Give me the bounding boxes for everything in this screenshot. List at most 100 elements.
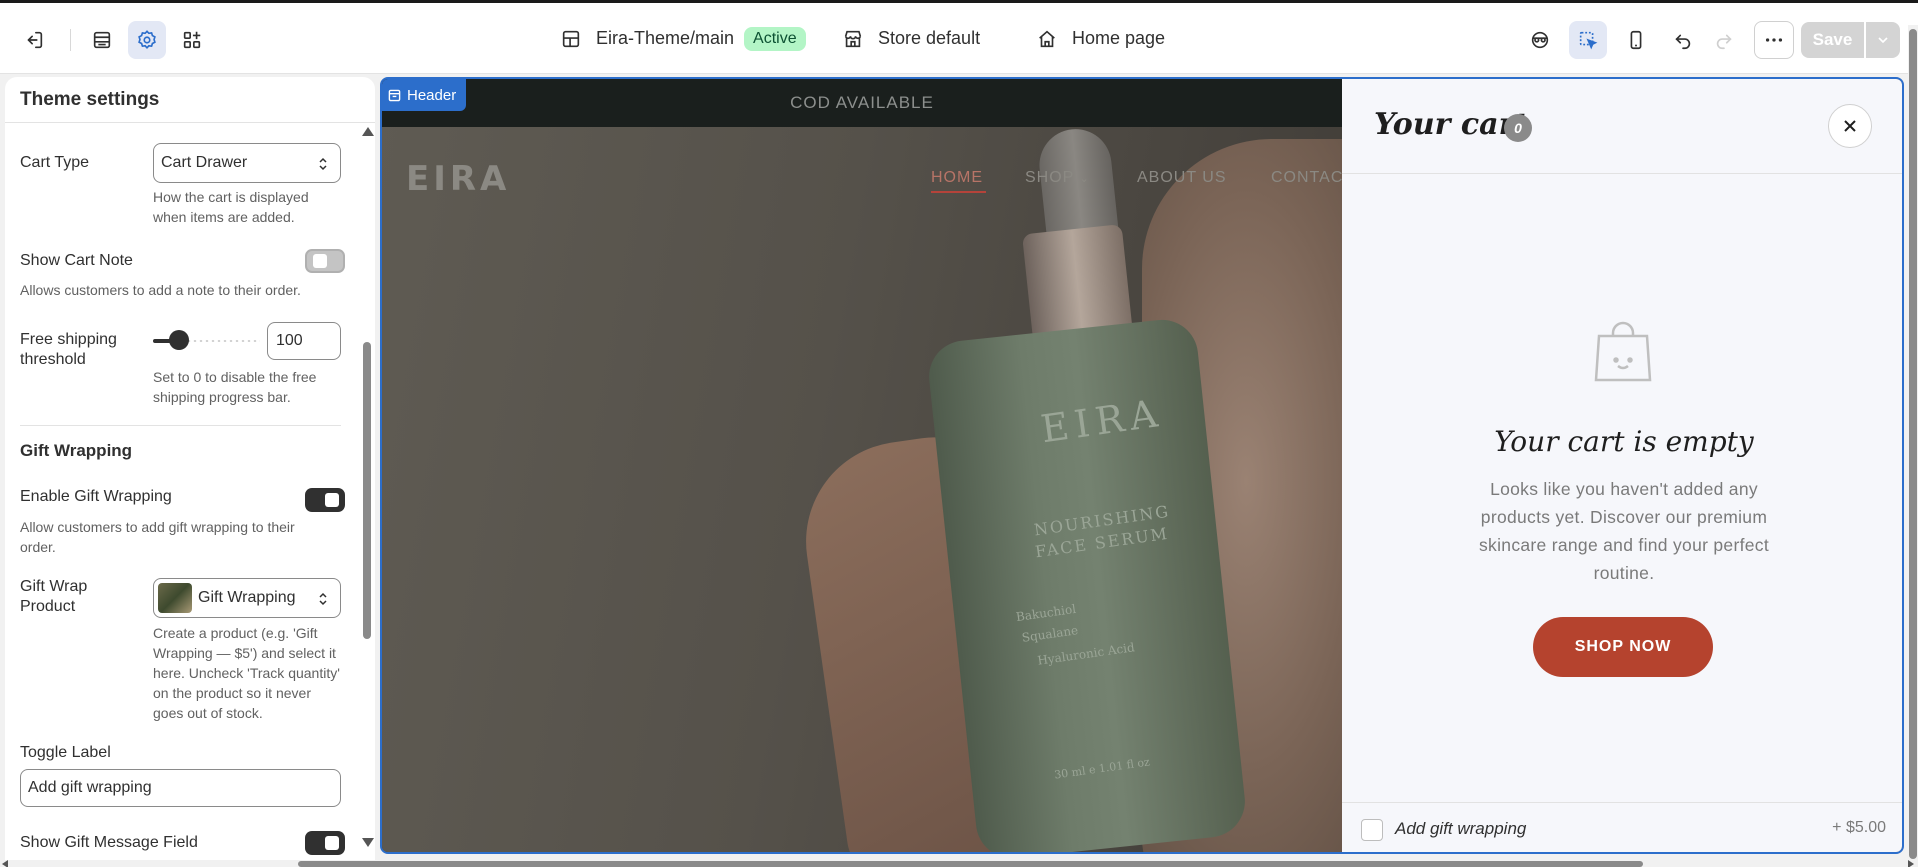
enable-gift-wrapping-label: Enable Gift Wrapping	[20, 488, 172, 505]
template-name: Home page	[1072, 28, 1166, 48]
show-gift-message-label: Show Gift Message Field	[20, 834, 198, 851]
apps-button[interactable]	[173, 21, 211, 59]
more-icon	[1765, 38, 1783, 42]
cart-gift-option: Add gift wrapping + $5.00	[1342, 802, 1902, 852]
scroll-up-icon[interactable]	[362, 127, 374, 136]
exit-icon	[27, 31, 43, 49]
horizontal-scrollbar[interactable]	[0, 860, 1918, 867]
cart-type-help: How the cart is displayed when items are…	[153, 189, 309, 225]
enable-gift-wrapping-help: Allow customers to add gift wrapping to …	[20, 519, 295, 555]
slider-track	[180, 339, 260, 343]
mobile-icon	[1630, 30, 1642, 50]
redo-icon	[1716, 34, 1732, 50]
cart-header: Your cart 0	[1342, 79, 1902, 174]
scroll-down-icon[interactable]	[362, 838, 374, 847]
apps-icon	[183, 31, 201, 49]
scroll-thumb[interactable]	[1909, 29, 1917, 859]
product-thumbnail	[158, 583, 192, 613]
undo-icon	[1675, 34, 1691, 50]
gift-wrap-label[interactable]: Add gift wrapping	[1395, 819, 1526, 839]
nav-about[interactable]: ABOUT US	[1137, 169, 1227, 187]
cart-count-badge: 0	[1504, 114, 1532, 142]
hero-image: EIRA NOURISHING FACE SERUM Bakuchiol Squ…	[382, 79, 1342, 852]
gift-wrap-product-help: Create a product (e.g. 'Gift Wrapping — …	[153, 625, 340, 721]
store-logo[interactable]: EIRA	[406, 159, 510, 199]
panel-scrollbar[interactable]	[362, 127, 374, 857]
select-icon	[1579, 31, 1598, 50]
free-shipping-help: Set to 0 to disable the free shipping pr…	[153, 369, 317, 405]
redo-button[interactable]	[1705, 21, 1743, 59]
show-gift-message-toggle[interactable]	[305, 831, 345, 855]
show-cart-note-help: Allows customers to add a note to their …	[20, 282, 301, 298]
announcement-text: COD AVAILABLE	[790, 93, 934, 112]
theme-settings-button[interactable]	[128, 21, 166, 59]
divider	[20, 425, 341, 426]
scroll-thumb[interactable]	[298, 861, 1643, 867]
cart-type-label: Cart Type	[20, 154, 90, 171]
panel-title: Theme settings	[20, 89, 160, 110]
toggle-knob	[325, 493, 339, 507]
toggle-label-input[interactable]: Add gift wrapping	[20, 769, 341, 807]
free-shipping-input[interactable]: 100	[267, 322, 341, 360]
store-selector[interactable]: Store default	[842, 3, 980, 74]
layout-icon	[562, 30, 580, 47]
toggle-knob	[313, 254, 327, 268]
theme-name: Eira-Theme/main	[596, 28, 735, 48]
gift-wrap-price: + $5.00	[1832, 819, 1886, 836]
store-icon	[844, 30, 862, 47]
toggle-label-value: Add gift wrapping	[28, 779, 152, 796]
announcement-bar: COD AVAILABLE	[382, 79, 1342, 127]
nav-home[interactable]: HOME	[931, 169, 983, 187]
select-caret-icon	[319, 157, 327, 171]
scroll-right-icon[interactable]	[1908, 860, 1914, 867]
gift-wrap-product-select[interactable]: Gift Wrapping	[153, 578, 341, 618]
close-icon	[1844, 120, 1856, 132]
theme-selector[interactable]: Eira-Theme/main Active	[560, 3, 806, 74]
nav-active-underline	[931, 191, 986, 193]
undo-button[interactable]	[1664, 21, 1702, 59]
store-name: Store default	[878, 28, 981, 48]
window-scrollbar[interactable]	[1908, 25, 1918, 860]
free-shipping-label: Free shipping threshold	[20, 331, 117, 368]
shop-now-button[interactable]: SHOP NOW	[1533, 617, 1713, 677]
show-cart-note-toggle[interactable]	[305, 249, 345, 273]
select-button[interactable]	[1569, 21, 1607, 59]
inspector-button[interactable]	[1521, 21, 1559, 59]
template-selector[interactable]: Home page	[1036, 3, 1165, 74]
exit-button[interactable]	[15, 21, 53, 59]
nav-shop-label: SHOP	[1025, 169, 1075, 186]
gift-wrap-checkbox[interactable]	[1361, 819, 1383, 841]
inspector-icon	[1531, 31, 1549, 49]
header-tag-label: Header	[407, 86, 457, 104]
section-icon	[388, 89, 401, 101]
header-section-tag[interactable]: Header	[382, 79, 467, 111]
free-shipping-slider[interactable]	[169, 330, 189, 350]
mobile-preview-button[interactable]	[1617, 21, 1655, 59]
theme-settings-panel: Theme settings Cart Type Cart Drawer How…	[5, 77, 375, 860]
cart-drawer: Your cart 0 Your cart is empty Looks lik…	[1342, 79, 1902, 852]
select-caret-icon	[319, 592, 327, 606]
settings-icon	[138, 30, 156, 50]
free-shipping-value: 100	[276, 332, 303, 349]
close-cart-button[interactable]	[1828, 104, 1872, 148]
sections-icon	[93, 31, 111, 49]
enable-gift-wrapping-toggle[interactable]	[305, 488, 345, 512]
scroll-left-icon[interactable]	[2, 860, 8, 867]
cart-empty-text: Looks like you haven't added any product…	[1479, 479, 1769, 583]
gift-wrap-product-label: Gift Wrap Product	[20, 578, 88, 615]
save-button[interactable]: Save	[1801, 22, 1864, 58]
top-bar: Eira-Theme/main Active Store default Hom…	[0, 0, 1918, 74]
sections-button[interactable]	[83, 21, 121, 59]
toggle-label-label: Toggle Label	[20, 744, 111, 761]
nav-contact[interactable]: CONTACT	[1271, 169, 1342, 187]
show-cart-note-label: Show Cart Note	[20, 252, 133, 269]
chevron-down-icon	[1878, 37, 1888, 44]
save-options-button[interactable]	[1866, 22, 1900, 58]
nav-shop[interactable]: SHOP ⌄	[1025, 169, 1090, 187]
scroll-thumb[interactable]	[363, 342, 371, 639]
gift-wrap-product-value: Gift Wrapping	[198, 589, 296, 606]
gift-wrapping-heading: Gift Wrapping	[20, 441, 133, 460]
shopping-bag-icon	[1594, 321, 1652, 382]
more-button[interactable]	[1754, 21, 1794, 59]
cart-type-select[interactable]: Cart Drawer	[153, 143, 341, 183]
